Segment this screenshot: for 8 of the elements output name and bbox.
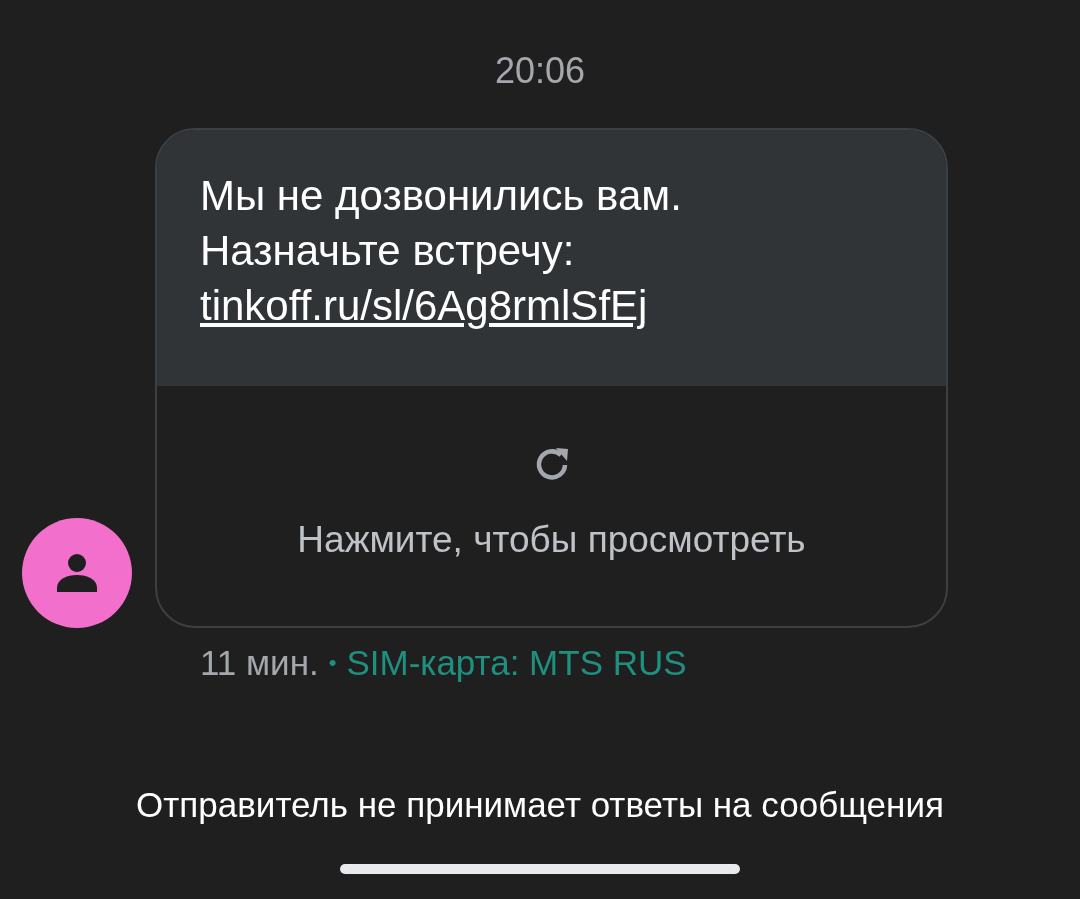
no-reply-notice: Отправитель не принимает ответы на сообщения	[136, 784, 944, 826]
message-link[interactable]: tinkoff.ru/sl/6Ag8rmlSfEj	[200, 278, 648, 333]
tap-to-view-hint[interactable]: Нажмите, чтобы просмотреть	[297, 518, 806, 562]
separator-dot: •	[328, 649, 337, 677]
sim-label: SIM-карта: MTS RUS	[346, 642, 687, 684]
message-timestamp: 20:06	[494, 50, 586, 92]
message-age: 11 мин.	[200, 642, 319, 684]
message-text: Мы не дозвонились вам. Назначьте встречу: tinkoff.ru/sl/6Ag8rmlSfEj	[200, 168, 840, 333]
